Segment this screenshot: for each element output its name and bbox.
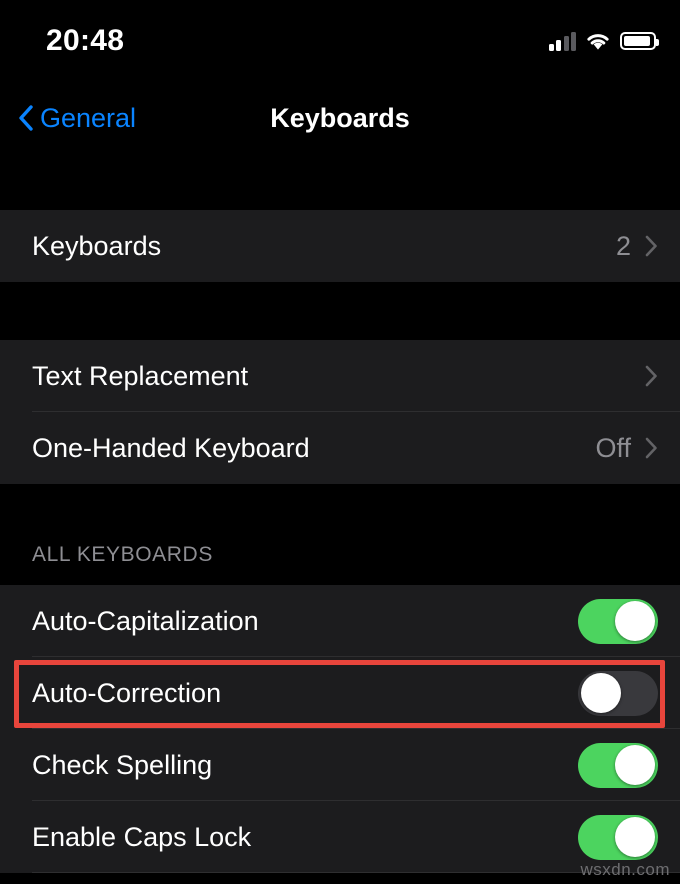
toggle-check-spelling[interactable] — [578, 742, 658, 788]
row-auto-capitalization-label: Auto-Capitalization — [32, 606, 259, 636]
status-bar-clock: 20:48 — [46, 24, 125, 57]
chevron-right-icon — [645, 235, 657, 257]
row-one-handed-keyboard-label: One-Handed Keyboard — [32, 433, 310, 463]
section-header-all-keyboards: ALL KEYBOARDS — [32, 543, 213, 566]
row-enable-caps-lock-label: Enable Caps Lock — [32, 822, 252, 852]
row-one-handed-keyboard[interactable]: One-Handed Keyboard Off — [0, 412, 680, 484]
row-text-replacement[interactable]: Text Replacement — [0, 340, 680, 412]
row-check-spelling[interactable]: Check Spelling — [0, 729, 680, 801]
row-check-spelling-label: Check Spelling — [32, 750, 213, 780]
row-one-handed-keyboard-value: Off — [595, 433, 631, 463]
toggle-auto-correction[interactable] — [578, 670, 658, 716]
watermark: wsxdn.com — [580, 860, 670, 879]
chevron-right-icon — [645, 365, 657, 387]
row-auto-correction[interactable]: Auto-Correction — [0, 657, 680, 729]
settings-section-keyboards: Keyboards 2 — [0, 210, 680, 282]
row-keyboards-label: Keyboards — [32, 231, 162, 261]
wifi-icon — [587, 34, 609, 50]
settings-section-all-keyboards: Auto-Capitalization Auto-Correction Chec… — [0, 585, 680, 873]
row-auto-correction-label: Auto-Correction — [32, 678, 222, 708]
toggle-auto-capitalization[interactable] — [578, 598, 658, 644]
status-bar-indicators — [548, 26, 659, 56]
settings-section-text-options: Text Replacement One-Handed Keyboard Off — [0, 340, 680, 484]
row-text-replacement-label: Text Replacement — [32, 361, 249, 391]
battery-icon — [620, 32, 659, 50]
chevron-right-icon — [645, 437, 657, 459]
page-title: Keyboards — [270, 103, 410, 133]
status-bar: 20:48 — [0, 0, 680, 82]
row-auto-capitalization[interactable]: Auto-Capitalization — [0, 585, 680, 657]
row-keyboards[interactable]: Keyboards 2 — [0, 210, 680, 282]
row-enable-caps-lock[interactable]: Enable Caps Lock — [0, 801, 680, 873]
section-gap-top — [0, 154, 680, 210]
section-gap-1 — [0, 282, 680, 340]
navigation-bar: General Keyboards — [0, 82, 680, 154]
toggle-enable-caps-lock[interactable] — [578, 814, 658, 860]
cellular-signal-icon — [548, 31, 576, 51]
settings-list: Keyboards 2 Text Replacement One-Handed … — [0, 154, 680, 873]
row-keyboards-value: 2 — [615, 231, 631, 261]
section-gap-2: ALL KEYBOARDS — [0, 484, 680, 585]
